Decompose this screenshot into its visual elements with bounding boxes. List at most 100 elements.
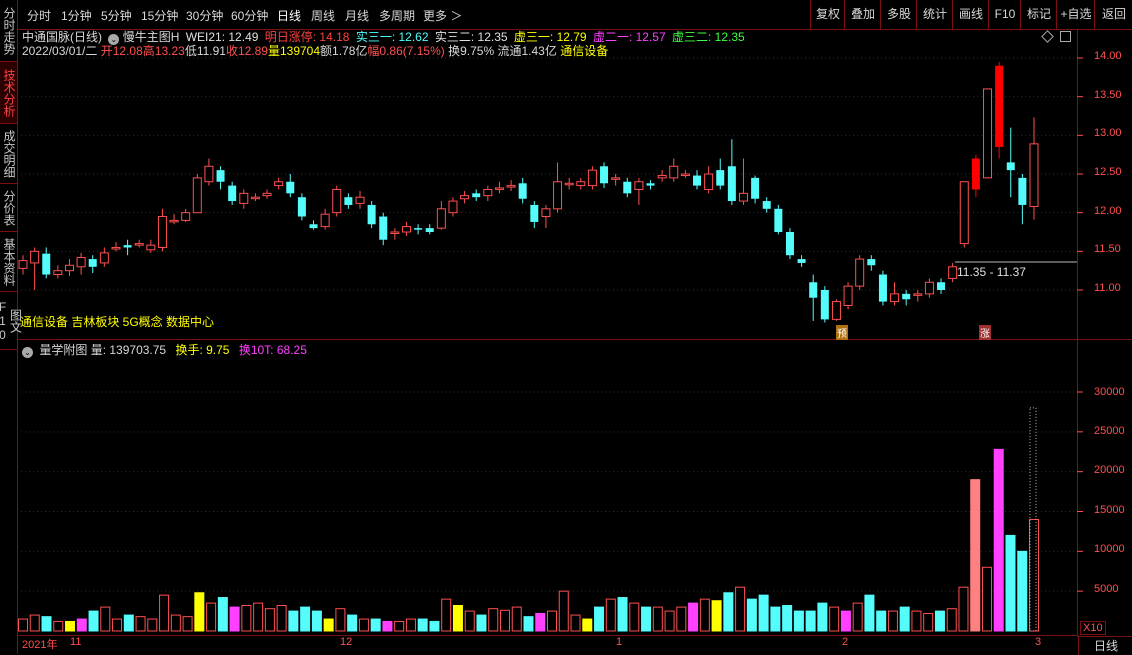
volume-bar [323, 618, 334, 632]
candle-body [88, 259, 97, 267]
candle-body [53, 270, 63, 276]
volume-bar [958, 586, 969, 632]
candle-body [123, 245, 132, 248]
candle-body [239, 192, 249, 204]
candle-body [355, 196, 365, 204]
volume-bar [511, 606, 522, 632]
candle-body [727, 166, 736, 202]
candle-body [169, 219, 179, 223]
candle-body [157, 216, 167, 248]
candle-body [716, 170, 725, 186]
candle-body [401, 226, 411, 233]
candle-body [669, 165, 679, 179]
volume-bar [358, 618, 369, 632]
volume-bar [629, 602, 640, 632]
candle-body [286, 181, 295, 194]
volume-bar [735, 586, 746, 632]
candle-body [553, 181, 563, 210]
volume-bar [805, 610, 816, 632]
candle-body [1029, 143, 1039, 207]
volume-bar [1005, 534, 1016, 632]
candle-body [99, 252, 109, 264]
candle-body [634, 181, 644, 190]
candle-body [738, 192, 748, 202]
candle-body [530, 204, 539, 222]
candle-body [448, 200, 458, 214]
volume-bar [417, 618, 428, 632]
candle-body [1018, 177, 1027, 205]
candle-body [367, 204, 376, 225]
volume-bar [18, 618, 28, 632]
volume-bar [535, 612, 546, 632]
candle-body [472, 193, 481, 198]
candle-body [390, 231, 400, 234]
candle-body [809, 282, 818, 298]
candle-body [959, 181, 969, 245]
volume-bar [159, 594, 170, 632]
candle-body [262, 192, 272, 197]
volume-bar [946, 608, 957, 632]
volume-bar [1029, 518, 1039, 632]
candle-body [831, 301, 841, 320]
candle-body [309, 224, 318, 229]
candle-body [192, 177, 202, 214]
candle-body [924, 281, 934, 295]
candle-body [843, 285, 853, 306]
volume-bar [29, 614, 40, 632]
candle-body [518, 183, 527, 199]
volume-bar [441, 598, 452, 632]
volume-bar [817, 602, 828, 632]
candle-body [134, 243, 144, 246]
price-volume-chart[interactable] [0, 0, 1132, 654]
volume-bar [112, 618, 123, 632]
candle-body [64, 264, 74, 272]
volume-bar [993, 448, 1004, 632]
candle-body [414, 228, 423, 230]
candle-body [425, 228, 434, 232]
volume-bar [76, 618, 87, 632]
volume-bar [887, 610, 898, 632]
volume-bar [335, 608, 346, 632]
volume-bar [711, 600, 722, 632]
candle-body [600, 166, 609, 184]
volume-bar [206, 602, 217, 632]
volume-bar [840, 610, 851, 632]
volume-bar [41, 616, 52, 632]
volume-bar [782, 605, 793, 632]
candle-body [680, 173, 690, 177]
candle-body [76, 257, 86, 268]
volume-bar [876, 610, 887, 632]
volume-bar [617, 597, 628, 632]
candle-body [30, 250, 40, 264]
candle-body [902, 293, 911, 300]
candle-body [855, 258, 865, 287]
candle-body [657, 175, 667, 179]
candle-body [937, 282, 946, 290]
candle-body [971, 158, 980, 190]
up-marker: 涨 [979, 325, 991, 340]
volume-bar [558, 590, 569, 632]
candle-body [297, 197, 306, 217]
candle-body [460, 195, 470, 200]
volume-bar [53, 620, 64, 632]
volume-bar [641, 606, 652, 632]
volume-bar [499, 609, 510, 632]
candle-body [797, 259, 806, 263]
volume-bar [288, 610, 299, 632]
candle-body [42, 253, 51, 275]
volume-bar [676, 606, 687, 632]
candle-body [1006, 162, 1015, 171]
candle-body [995, 65, 1004, 147]
volume-bar [829, 606, 840, 632]
volume-bar [664, 610, 675, 632]
volume-bar [253, 602, 264, 632]
candle-body [320, 213, 330, 228]
volume-bar [582, 618, 593, 632]
volume-bar [981, 566, 992, 632]
volume-bar [170, 614, 181, 632]
pre-marker: 预 [836, 325, 848, 340]
candle-body [204, 165, 214, 183]
volume-bar [570, 614, 581, 632]
candle-body [983, 88, 993, 179]
candle-body [18, 260, 28, 269]
